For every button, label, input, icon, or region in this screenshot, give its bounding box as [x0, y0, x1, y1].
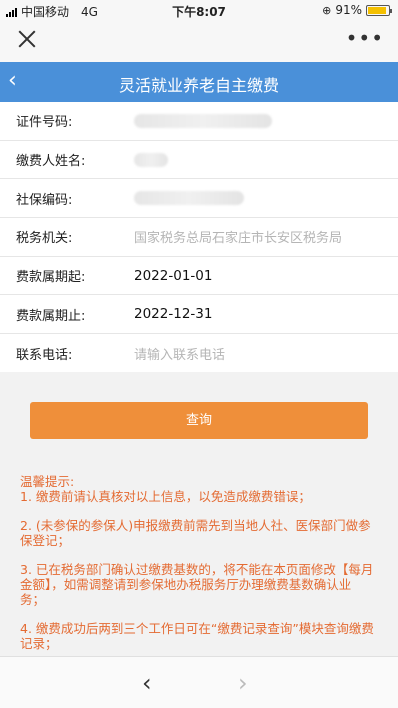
social-code-row: 社保编码:	[0, 179, 398, 219]
button-area: 查询	[0, 372, 398, 454]
battery-fill	[368, 6, 387, 14]
phone-label: 联系电话:	[16, 347, 73, 363]
status-right: ⊕ 91%	[322, 3, 392, 17]
webview-header: •••	[0, 20, 398, 62]
social-code-blurred	[134, 191, 244, 206]
period-end-row[interactable]: 费款属期止: 2022-12-31	[0, 295, 398, 335]
title-bar: ‹ 灵活就业养老自主缴费	[0, 62, 398, 102]
nav-forward-icon: ›	[238, 669, 248, 697]
nav-back-icon[interactable]: ‹	[142, 669, 152, 697]
payer-name-blurred	[134, 152, 168, 167]
tax-authority-row: 税务机关: 国家税务总局石家庄市长安区税务局	[0, 218, 398, 257]
close-icon[interactable]	[16, 28, 38, 50]
period-start-value[interactable]: 2022-01-01	[134, 268, 212, 284]
page-title: 灵活就业养老自主缴费	[118, 76, 279, 95]
tip-item-2: 2. (未参保的参保人)申报缴费前需先到当地人社、医保部门做参保登记；	[20, 518, 371, 548]
orientation-lock-icon: ⊕	[322, 3, 332, 17]
tips-panel: 温馨提示: 1. 缴费前请认真核对以上信息，以免造成缴费错误； 2. (未参保的…	[0, 454, 398, 656]
more-icon[interactable]: •••	[346, 28, 384, 48]
id-number-blurred	[134, 113, 272, 128]
payment-form: 证件号码: 缴费人姓名: 社保编码: 税务机关: 国家税务总局石家庄市长安区税务…	[0, 102, 398, 373]
status-bar: 中国移动 4G 下午8:07 ⊕ 91%	[0, 0, 398, 20]
period-end-label: 费款属期止:	[16, 308, 86, 324]
tips-title: 温馨提示:	[20, 474, 75, 489]
bottom-nav: ‹ ›	[0, 656, 398, 708]
tip-item-4: 4. 缴费成功后两到三个工作日可在“缴费记录查询”模块查询缴费记录；	[20, 621, 374, 651]
id-number-row: 证件号码:	[0, 102, 398, 141]
battery-icon	[366, 4, 392, 16]
social-code-label: 社保编码:	[16, 192, 73, 208]
id-number-label: 证件号码:	[16, 115, 73, 131]
tip-item-3: 3. 已在税务部门确认过缴费基数的，将不能在本页面修改【每月金额】，如需调整请到…	[20, 562, 374, 607]
payer-name-label: 缴费人姓名:	[16, 154, 86, 170]
period-start-row[interactable]: 费款属期起: 2022-01-01	[0, 257, 398, 296]
phone-input[interactable]: 请输入联系电话	[134, 344, 349, 363]
tax-authority-value: 国家税务总局石家庄市长安区税务局	[134, 231, 343, 247]
tip-item-1: 1. 缴费前请认真核对以上信息，以免造成缴费错误；	[20, 489, 311, 504]
payer-name-row: 缴费人姓名:	[0, 141, 398, 180]
phone-row[interactable]: 联系电话: 请输入联系电话	[0, 334, 398, 373]
tax-authority-label: 税务机关:	[16, 231, 73, 247]
query-button[interactable]: 查询	[30, 402, 368, 439]
battery-label: 91%	[335, 3, 362, 17]
period-start-label: 费款属期起:	[16, 270, 86, 286]
period-end-value[interactable]: 2022-12-31	[134, 306, 212, 322]
